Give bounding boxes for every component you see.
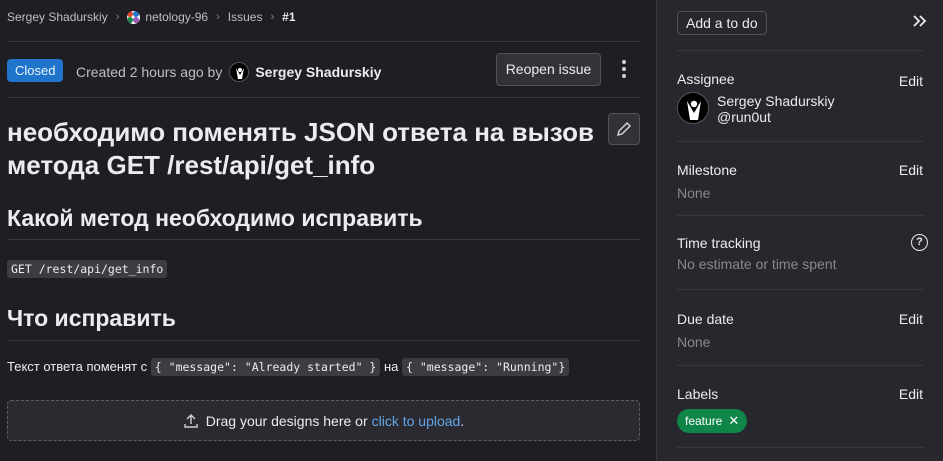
dropzone-suffix: . xyxy=(460,412,465,429)
design-dropzone[interactable]: Drag your designs here or click to uploa… xyxy=(7,400,640,441)
divider xyxy=(677,289,924,290)
assignee-edit-link[interactable]: Edit xyxy=(899,73,923,89)
author-avatar[interactable] xyxy=(229,62,250,82)
collapse-sidebar-icon[interactable] xyxy=(911,12,929,30)
divider xyxy=(677,141,924,142)
time-tracking-label: Time tracking xyxy=(677,235,761,251)
add-todo-button[interactable]: Add a to do xyxy=(677,11,767,35)
breadcrumb-project[interactable]: netology-96 xyxy=(145,10,208,24)
upload-link[interactable]: click to upload xyxy=(372,413,461,429)
paragraph-text: на xyxy=(383,359,399,374)
milestone-value: None xyxy=(677,185,711,201)
breadcrumb: Sergey Shadurskiy › netology-96 › Issues… xyxy=(7,10,296,24)
author-link[interactable]: Sergey Shadurskiy xyxy=(255,64,381,80)
issue-meta: Created 2 hours ago by Sergey Shadurskiy xyxy=(76,62,381,82)
assignee-handle: @run0ut xyxy=(717,109,771,125)
time-tracking-value: No estimate or time spent xyxy=(677,256,837,272)
body-heading-fix: Что исправить xyxy=(7,305,176,331)
reopen-issue-button[interactable]: Reopen issue xyxy=(496,53,601,86)
milestone-edit-link[interactable]: Edit xyxy=(899,162,923,178)
divider xyxy=(677,447,924,448)
inline-code: { "message": "Already started" } xyxy=(150,358,381,376)
dropzone-text: Drag your designs here or xyxy=(205,412,368,429)
due-date-label: Due date xyxy=(677,311,734,327)
assignee-label: Assignee xyxy=(677,71,735,87)
due-date-value: None xyxy=(677,334,711,350)
inline-code: GET /rest/api/get_info xyxy=(7,260,168,278)
issue-title: необходимо поменять JSON ответа на вызов… xyxy=(7,117,594,180)
labels-edit-link[interactable]: Edit xyxy=(899,386,923,402)
remove-label-icon[interactable]: ✕ xyxy=(728,409,739,433)
divider xyxy=(7,340,640,341)
issue-sidebar: Add a to do Assignee Edit Sergey Shadurs… xyxy=(656,0,943,461)
chevron-right-icon: › xyxy=(115,11,120,23)
body-paragraph-fix: Текст ответа поменят с { "message": "Alr… xyxy=(7,358,570,376)
paragraph-text: Текст ответа поменят с xyxy=(7,359,148,374)
project-avatar-icon xyxy=(127,10,141,24)
divider xyxy=(7,97,640,98)
edit-title-button[interactable] xyxy=(608,113,640,145)
assignee-name[interactable]: Sergey Shadurskiy xyxy=(717,93,835,109)
body-heading-method: Какой метод необходимо исправить xyxy=(7,205,423,231)
help-icon[interactable]: ? xyxy=(911,234,928,251)
body-paragraph-method: GET /rest/api/get_info xyxy=(7,260,168,278)
created-text: Created 2 hours ago by xyxy=(76,64,223,80)
due-date-edit-link[interactable]: Edit xyxy=(899,311,923,327)
breadcrumb-current[interactable]: #1 xyxy=(282,10,295,24)
divider xyxy=(7,41,640,42)
assignee-avatar[interactable] xyxy=(677,92,709,124)
more-actions-icon[interactable] xyxy=(617,59,631,79)
label-feature-text: feature xyxy=(685,414,723,428)
breadcrumb-issues[interactable]: Issues xyxy=(228,10,263,24)
pencil-icon xyxy=(616,121,632,137)
milestone-label: Milestone xyxy=(677,162,737,178)
chevron-right-icon: › xyxy=(216,11,220,23)
issue-main: Sergey Shadurskiy › netology-96 › Issues… xyxy=(0,0,656,461)
divider xyxy=(677,365,924,366)
divider xyxy=(677,215,924,216)
labels-label: Labels xyxy=(677,386,719,402)
chevron-right-icon: › xyxy=(270,11,275,23)
divider xyxy=(677,50,924,51)
status-badge: Closed xyxy=(7,59,64,82)
label-feature[interactable]: feature ✕ xyxy=(677,409,748,433)
upload-icon xyxy=(184,413,198,428)
divider xyxy=(7,239,640,240)
inline-code: { "message": "Running"} xyxy=(402,358,570,376)
breadcrumb-user[interactable]: Sergey Shadurskiy xyxy=(7,10,108,24)
